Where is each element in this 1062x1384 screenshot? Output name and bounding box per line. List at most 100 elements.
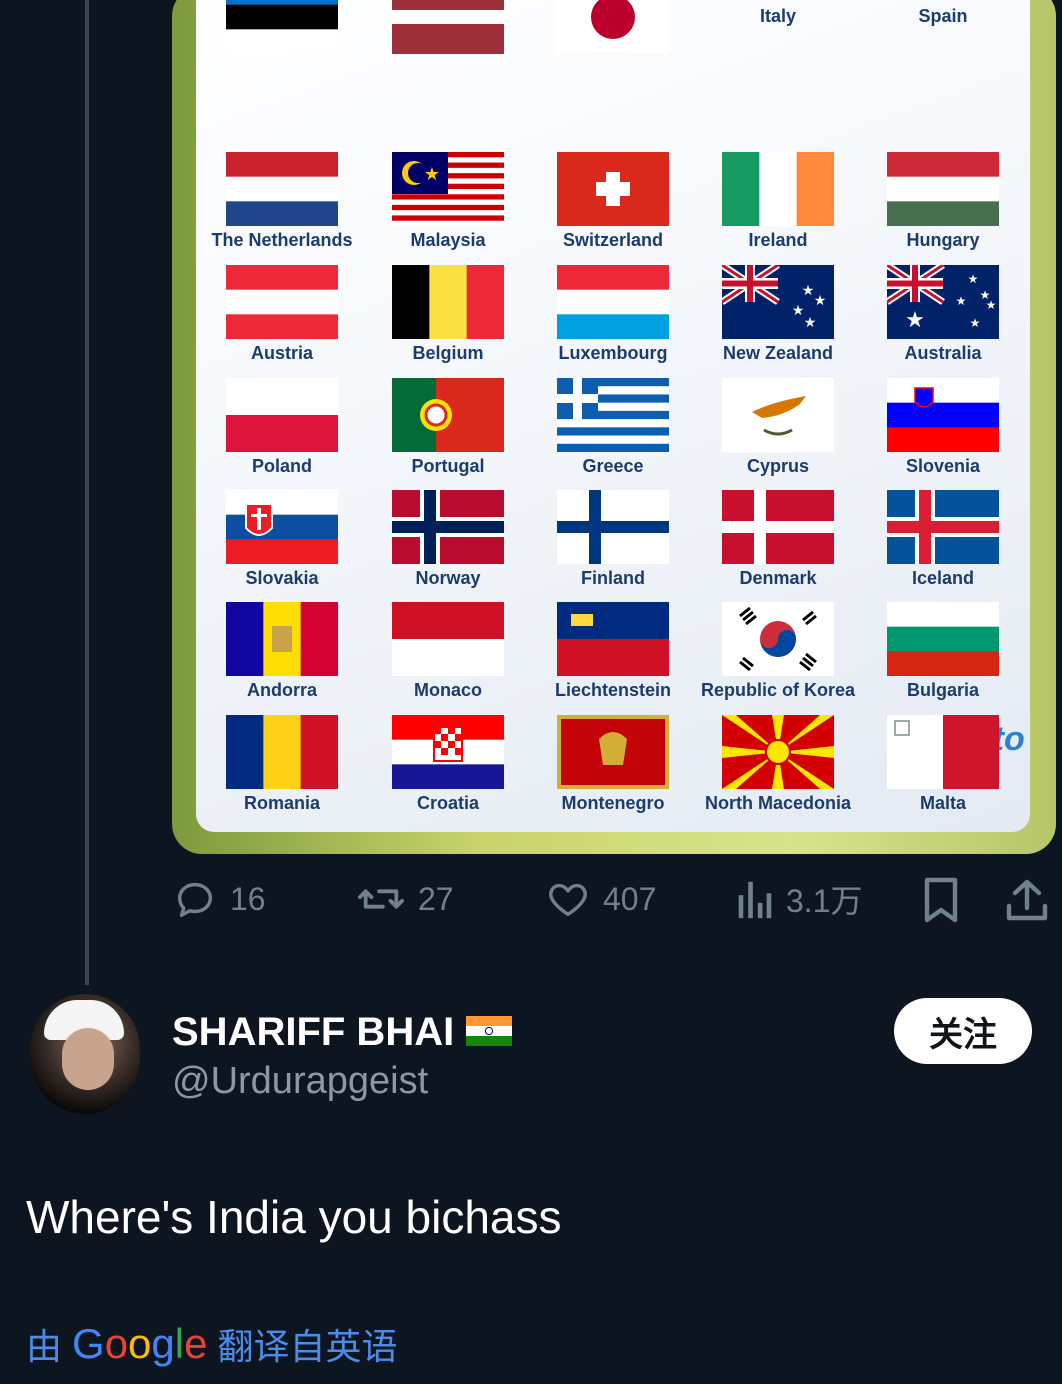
svg-text:★: ★ xyxy=(424,164,440,185)
google-letter: G xyxy=(72,1320,105,1367)
reply-icon xyxy=(177,882,213,918)
flag-label: Japan xyxy=(587,0,639,1)
flag-ireland xyxy=(722,152,834,226)
india-flag-icon xyxy=(466,1016,512,1046)
flag-label: Monaco xyxy=(413,680,483,700)
flag-estonia xyxy=(226,0,338,54)
flag-finland xyxy=(557,490,669,564)
flag-cyprus xyxy=(722,378,834,452)
flag-luxembourg xyxy=(557,265,669,339)
like-button[interactable]: 407 xyxy=(545,876,656,922)
flag-label: Bulgaria xyxy=(906,680,980,700)
flag-romania xyxy=(226,715,338,789)
flag-grid-card: More to come ... BruneiFranceGermanyItal… xyxy=(196,0,1030,832)
flag-norway xyxy=(392,490,504,564)
flag-label: Italy xyxy=(759,6,797,26)
flag-slovenia xyxy=(887,378,999,452)
flag-label: Romania xyxy=(243,793,321,813)
flag-bulgaria xyxy=(887,602,999,676)
flag-label: Republic of Korea xyxy=(700,680,856,700)
flag-label: North Macedonia xyxy=(704,793,852,813)
flag-label: Greece xyxy=(582,456,644,476)
flag-poland xyxy=(226,378,338,452)
share-button[interactable] xyxy=(1005,876,1049,924)
google-letter: e xyxy=(184,1320,208,1367)
svg-text:★: ★ xyxy=(814,293,827,309)
flag-austria xyxy=(226,265,338,339)
svg-text:★: ★ xyxy=(956,294,967,308)
view-count: 3.1万 xyxy=(786,883,863,919)
flag-liechtenstein xyxy=(557,602,669,676)
heart-icon xyxy=(549,883,587,917)
google-letter: l xyxy=(174,1320,185,1367)
google-letter: o xyxy=(128,1320,152,1367)
flag-australia: ★ ★ ★ ★ ★ ★ xyxy=(887,265,999,339)
flag-label: Malaysia xyxy=(410,230,486,250)
flag-label: Iceland xyxy=(911,568,975,588)
flag-label: Denmark xyxy=(739,568,817,588)
flag-portugal xyxy=(392,378,504,452)
repost-count: 27 xyxy=(418,880,454,917)
flag-switzerland xyxy=(557,152,669,226)
flag-new-zealand: ★ ★ ★ ★ xyxy=(722,265,834,339)
flag-slovakia xyxy=(226,490,338,564)
flag-label: Australia xyxy=(904,343,982,363)
like-count: 407 xyxy=(603,880,657,917)
flag-hungary xyxy=(887,152,999,226)
flag-label: Croatia xyxy=(416,793,480,813)
flag-label: Latvia xyxy=(422,0,474,1)
translate-suffix: 翻译自英语 xyxy=(217,1326,398,1367)
flag-label: Poland xyxy=(251,456,313,476)
display-name[interactable]: SHARIFF BHAI xyxy=(172,1010,454,1055)
bookmark-icon xyxy=(924,877,958,923)
reply-count: 16 xyxy=(230,880,266,917)
svg-text:★: ★ xyxy=(986,298,997,312)
flag-monaco xyxy=(392,602,504,676)
flag-montenegro xyxy=(557,715,669,789)
repost-button[interactable]: 27 xyxy=(356,876,454,922)
flag-label: Ireland xyxy=(748,230,808,250)
flag-label: Switzerland xyxy=(562,230,664,250)
reply-button[interactable]: 16 xyxy=(172,876,266,922)
flag-label: Finland xyxy=(581,568,645,588)
flag-latvia xyxy=(392,0,504,54)
views-chart-icon xyxy=(738,881,772,919)
flag-label: Norway xyxy=(415,568,481,588)
views-button[interactable]: 3.1万 xyxy=(734,876,863,922)
google-letter: o xyxy=(104,1320,129,1367)
bookmark-button[interactable] xyxy=(920,876,962,924)
tweet-actions: 16 27 407 3.1万 xyxy=(0,872,1062,932)
user-handle[interactable]: @Urdurapgeist xyxy=(172,1060,428,1103)
svg-text:★: ★ xyxy=(802,283,815,299)
flag-label: Cyprus xyxy=(746,456,810,476)
flag-malaysia: ★ xyxy=(392,152,504,226)
flag-label: The Netherlands xyxy=(211,230,353,250)
svg-text:★: ★ xyxy=(968,272,979,286)
flag-label: Malta xyxy=(919,793,967,813)
google-letter: g xyxy=(151,1320,175,1367)
translation-info[interactable]: 由 Google 翻译自英语 xyxy=(26,1318,397,1370)
flag-republic-of-korea xyxy=(722,602,834,676)
flag-label: Austria xyxy=(250,343,314,363)
repost-icon xyxy=(357,889,404,909)
flag-croatia xyxy=(392,715,504,789)
avatar[interactable] xyxy=(30,994,140,1114)
flag-iceland xyxy=(887,490,999,564)
translate-prefix: 由 xyxy=(26,1326,63,1367)
flag-malta xyxy=(887,715,999,789)
flag-japan xyxy=(557,0,669,54)
flag-label: Hungary xyxy=(906,230,980,250)
flag-label: Spain xyxy=(918,6,968,26)
flag-label: Montenegro xyxy=(561,793,665,813)
flag-label: Portugal xyxy=(411,456,485,476)
svg-text:★: ★ xyxy=(905,308,925,333)
flag-label: Slovakia xyxy=(245,568,319,588)
avatar-face xyxy=(62,1028,114,1090)
follow-button[interactable]: 关注 xyxy=(894,998,1032,1064)
flag-label: Belgium xyxy=(412,343,484,363)
thread-line xyxy=(85,0,89,985)
flag-label: Liechtenstein xyxy=(554,680,672,700)
reply-text: Where's India you bichass xyxy=(26,1191,562,1243)
flag-label: Slovenia xyxy=(905,456,981,476)
flag-label: Luxembourg xyxy=(558,343,668,363)
